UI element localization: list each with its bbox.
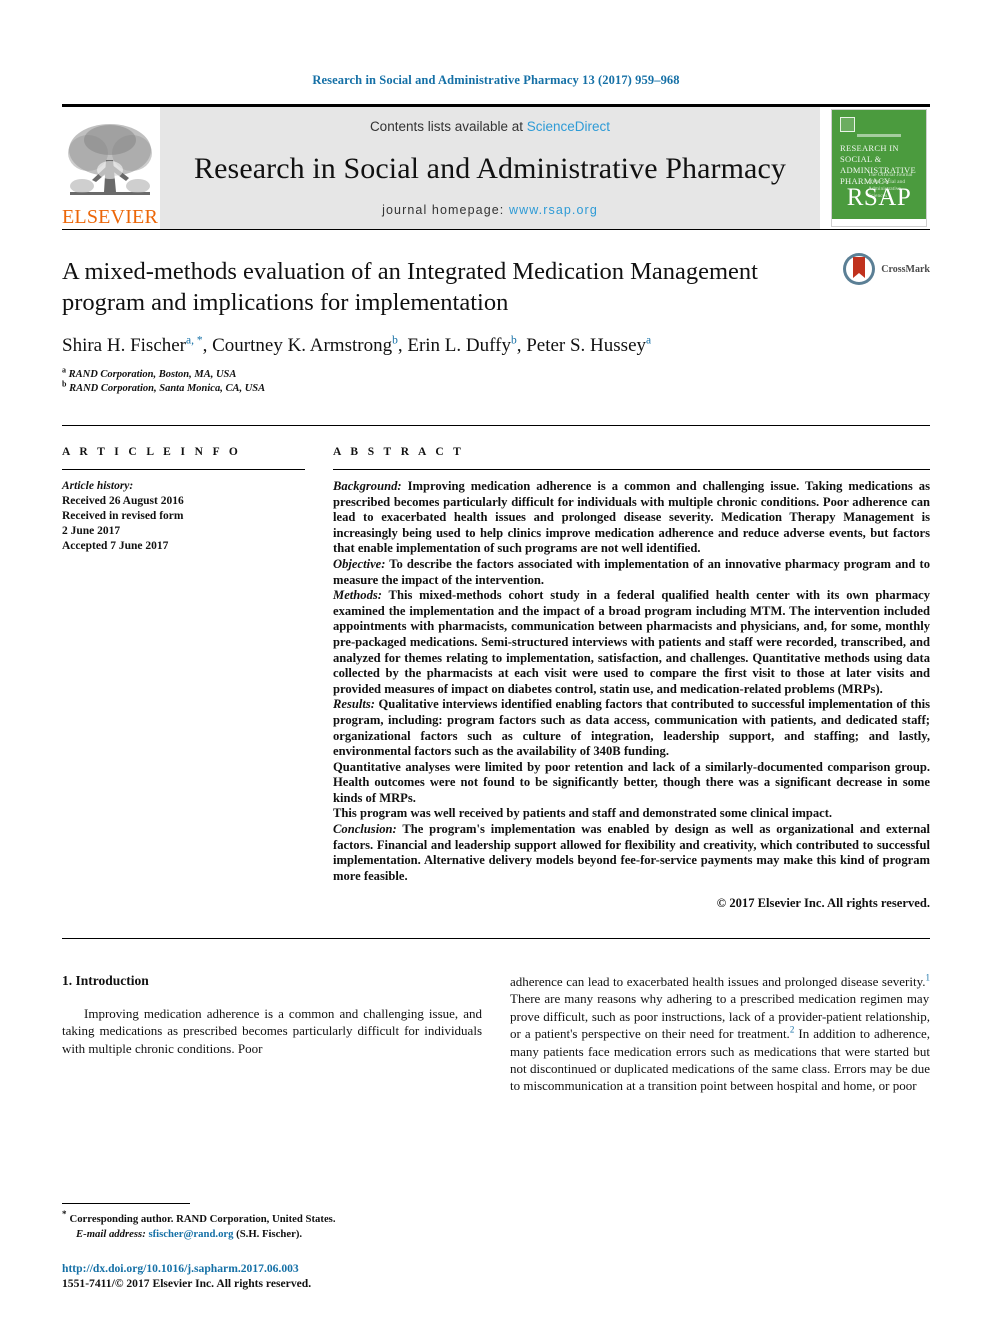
paper-page: Research in Social and Administrative Ph… [0,0,992,1323]
info-abstract-region: A R T I C L E I N F O Article history: R… [62,425,930,912]
footnote-rule [62,1203,190,1204]
email-note: E-mail address: sfischer@rand.org (S.H. … [62,1227,494,1242]
cover-acronym: RSAP [846,184,912,211]
author-marks: a, * [186,334,203,347]
sciencedirect-link[interactable]: ScienceDirect [527,119,610,134]
email-label: E-mail address: [76,1227,146,1240]
email-suffix: (S.H. Fischer). [233,1227,303,1240]
article-history-item: Accepted 7 June 2017 [62,540,169,552]
abstract-paragraph: This program was well received by patien… [333,806,930,822]
crossmark-label: CrossMark [881,263,930,275]
article-history-item: Received in revised form [62,510,184,522]
cover-badge-icon [840,117,855,132]
abstract-paragraph-label: Objective: [333,556,386,571]
footnotes-block: * Corresponding author. RAND Corporation,… [62,1203,494,1291]
abstract-paragraph: Methods: This mixed-methods cohort study… [333,588,930,697]
abstract-paragraph-text: To describe the factors associated with … [333,556,930,587]
author-name: Erin L. Duffy [407,335,511,356]
abstract-paragraph-label: Conclusion: [333,822,397,837]
author-name: Shira H. Fischer [62,335,187,356]
author-entry: Erin L. Duffyb [407,335,516,356]
abstract-paragraph: Quantitative analyses were limited by po… [333,760,930,807]
author-name: Peter S. Hussey [526,335,647,356]
journal-cover-block: RESEARCH IN SOCIAL & ADMINISTRATIVE PHAR… [828,107,930,229]
author-entry: Peter S. Husseya [526,335,651,356]
author-marks: b [510,334,517,347]
affiliation-mark: b [62,379,67,388]
article-history-item: 2 June 2017 [62,525,121,537]
section-heading-introduction: 1. Introduction [62,973,149,989]
author-name: Courtney K. Armstrong [212,335,393,356]
abstract-rule [333,469,930,470]
corresponding-author-note: * Corresponding author. RAND Corporation,… [62,1209,494,1227]
citation-ref[interactable]: 1 [926,973,931,983]
body-column-left: 1. Introduction Improving medication adh… [62,973,482,1095]
page-title: A mixed-methods evaluation of an Integra… [62,258,758,316]
affiliation-item: a RAND Corporation, Boston, MA, USA [62,365,930,382]
journal-cover-thumbnail: RESEARCH IN SOCIAL & ADMINISTRATIVE PHAR… [831,109,927,227]
affiliation-text: RAND Corporation, Boston, MA, USA [68,369,237,380]
title-block: A mixed-methods evaluation of an Integra… [62,229,930,395]
abstract-paragraph: Conclusion: The program's implementation… [333,822,930,884]
body-column-right: adherence can lead to exacerbated health… [510,973,930,1095]
body-paragraph: Improving medication adherence is a comm… [62,1006,482,1056]
crossmark-badge[interactable]: CrossMark [842,252,930,286]
cover-bottom-bar [832,219,926,226]
abstract-paragraph-text: This program was well received by patien… [333,806,833,821]
body-columns: 1. Introduction Improving medication adh… [62,973,930,1095]
contents-prefix: Contents lists available at [369,119,527,134]
crossmark-icon [843,253,876,285]
issn-copyright-line: 1551-7411/© 2017 Elsevier Inc. All right… [62,1277,312,1290]
affiliation-item: b RAND Corporation, Santa Monica, CA, US… [62,379,930,396]
homepage-prefix: journal homepage: [382,203,509,217]
contents-available-line: Contents lists available at ScienceDirec… [370,119,610,134]
doi-link[interactable]: http://dx.doi.org/10.1016/j.sapharm.2017… [62,1261,494,1276]
abstract-copyright: © 2017 Elsevier Inc. All rights reserved… [716,896,930,911]
author-entry: Shira H. Fischera, * [62,335,203,356]
abstract-paragraph: Background: Improving medication adheren… [333,479,930,557]
abstract-paragraph-text: Qualitative interviews identified enabli… [333,697,930,759]
article-info-column: A R T I C L E I N F O Article history: R… [62,446,305,912]
journal-homepage-link[interactable]: www.rsap.org [509,203,598,217]
masthead-center: Contents lists available at ScienceDirec… [160,107,820,229]
email-link[interactable]: sfischer@rand.org [148,1228,233,1240]
abstract-paragraph-label: Results: [333,697,375,712]
body-divider [62,938,930,940]
footnote-star-marker: * [62,1209,67,1220]
article-info-heading: A R T I C L E I N F O [62,446,242,458]
affiliations: a RAND Corporation, Boston, MA, USA b RA… [62,365,930,396]
abstract-paragraph-label: Methods: [333,588,382,603]
abstract-paragraph-label: Background: [333,479,402,493]
abstract-paragraph: Results: Qualitative interviews identifi… [333,697,930,759]
elsevier-tree-icon [68,124,152,195]
cover-rule [857,134,901,137]
author-marks: b [392,334,398,347]
abstract-paragraph-text: Improving medication adherence is a comm… [333,479,930,556]
elsevier-wordmark: ELSEVIER [61,206,159,228]
article-history-label: Article history: [62,480,134,492]
article-history-item: Received 26 August 2016 [62,495,184,507]
abstract-paragraph-text: This mixed-methods cohort study in a fed… [333,588,930,696]
body-paragraph: adherence can lead to exacerbated health… [510,973,930,1095]
article-info-rule [62,469,305,470]
affiliation-mark: a [62,365,66,375]
abstract-paragraph-text: The program's implementation was enabled… [333,822,930,883]
author-list: Shira H. Fischera, *, Courtney K. Armstr… [62,334,652,356]
author-entry: Courtney K. Armstrongb [212,335,398,356]
journal-title: Research in Social and Administrative Ph… [194,151,786,185]
body-text-part: adherence can lead to exacerbated health… [510,974,926,990]
elsevier-logo: ELSEVIER [62,107,158,229]
abstract-paragraph-text: Quantitative analyses were limited by po… [333,759,930,805]
running-head: Research in Social and Administrative Ph… [312,73,680,87]
cover-title-line1: RESEARCH IN SOCIAL & [840,143,899,164]
doi-block: http://dx.doi.org/10.1016/j.sapharm.2017… [62,1261,494,1291]
abstract-column: A B S T R A C T Background: Improving me… [333,446,930,912]
journal-masthead: ELSEVIER Contents lists available at Sci… [62,104,930,229]
author-marks: a [646,334,652,347]
abstract-heading: A B S T R A C T [333,446,465,458]
affiliation-text: RAND Corporation, Santa Monica, CA, USA [69,382,266,394]
corresponding-author-text: Corresponding author. RAND Corporation, … [69,1213,336,1225]
abstract-paragraph: Objective: To describe the factors assoc… [333,557,930,588]
journal-homepage-line: journal homepage: www.rsap.org [382,203,598,217]
